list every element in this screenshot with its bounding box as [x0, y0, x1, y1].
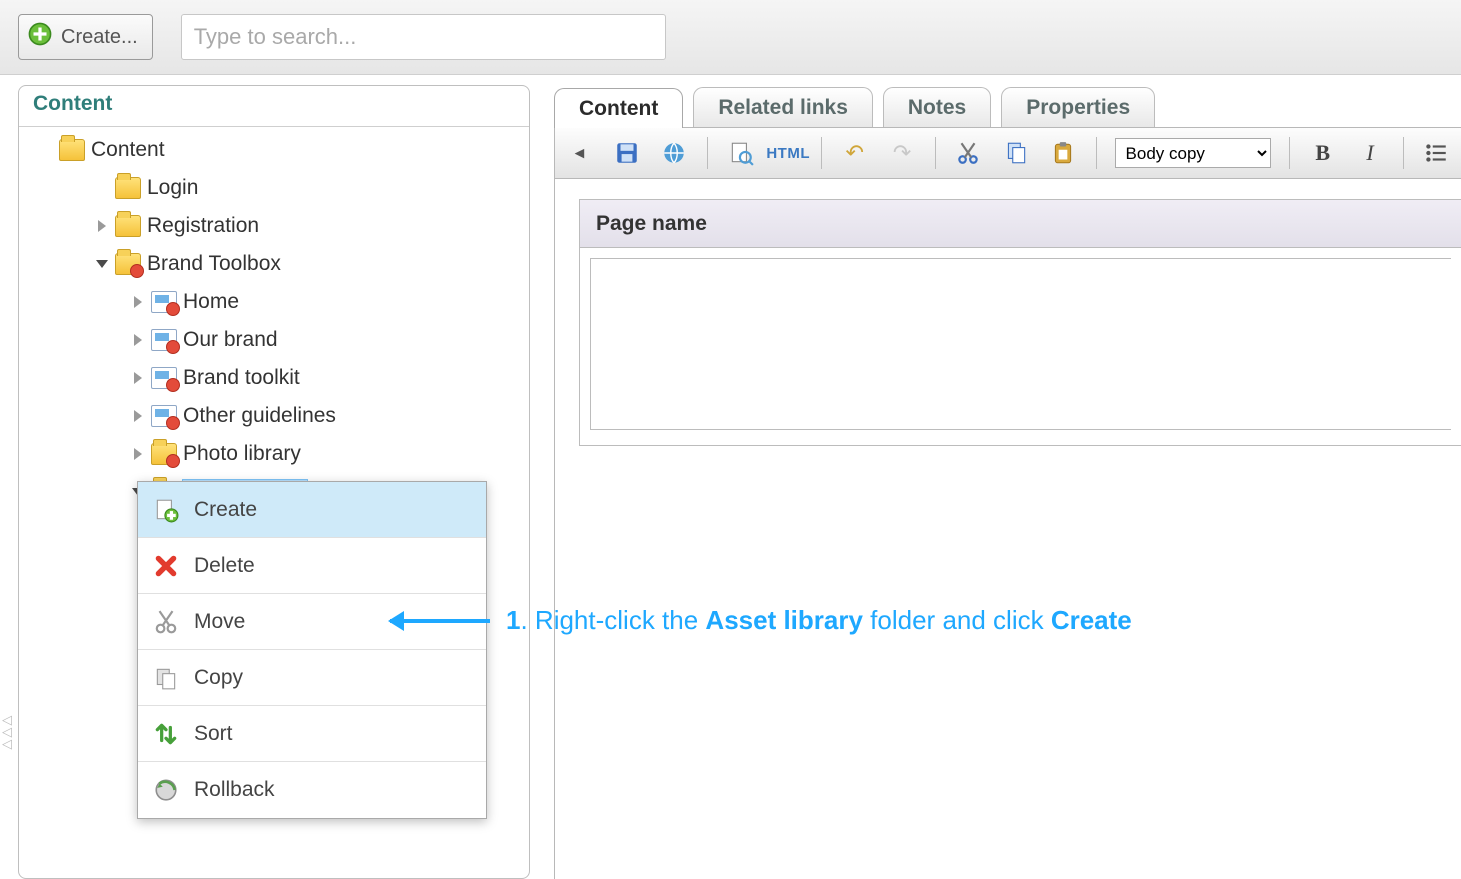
tab-content[interactable]: Content: [554, 88, 683, 128]
document-icon: [151, 367, 177, 389]
toolbar-separator: [1096, 137, 1097, 169]
content-area: Page name: [554, 179, 1461, 879]
plus-icon: [27, 21, 53, 53]
context-menu-label: Sort: [194, 722, 233, 746]
paste-icon[interactable]: [1048, 138, 1077, 168]
context-menu-label: Copy: [194, 666, 243, 690]
page-name-field: Page name: [579, 199, 1461, 446]
field-label: Page name: [580, 200, 1461, 248]
document-icon: [151, 291, 177, 313]
bullet-list-icon[interactable]: [1422, 138, 1451, 168]
context-menu-rollback[interactable]: Rollback: [138, 762, 486, 818]
panel-collapser[interactable]: ◁◁◁: [2, 715, 12, 749]
tree-node-label: Home: [183, 290, 239, 314]
tab-properties[interactable]: Properties: [1001, 87, 1155, 127]
tree-node-label: Brand Toolbox: [147, 252, 281, 276]
tree-node-label: Photo library: [183, 442, 301, 466]
document-icon: [151, 329, 177, 351]
tree-node[interactable]: Photo library: [25, 435, 529, 473]
tab-related-links[interactable]: Related links: [693, 87, 873, 127]
italic-button[interactable]: I: [1355, 138, 1384, 168]
context-menu-label: Delete: [194, 554, 255, 578]
copy-icon: [138, 665, 194, 691]
tree-node-label: Our brand: [183, 328, 278, 352]
context-menu: Create Delete Move Copy Sort Rollback: [137, 481, 487, 819]
expand-icon[interactable]: [131, 409, 145, 423]
undo-icon[interactable]: ↶: [840, 138, 869, 168]
sort-icon: [138, 721, 194, 747]
context-menu-create[interactable]: Create: [138, 482, 486, 538]
document-icon: [151, 405, 177, 427]
html-source-button[interactable]: HTML: [773, 138, 803, 168]
tree-node[interactable]: Home: [25, 283, 529, 321]
tree-node[interactable]: Login: [25, 169, 529, 207]
context-menu-label: Rollback: [194, 778, 275, 802]
content-tree: Content Login Registration Brand Toolbox Ho…: [19, 127, 529, 511]
content-tree-panel: Content Content Login Registration Brand T…: [18, 85, 530, 879]
tree-node-label: Content: [91, 138, 165, 162]
expand-icon[interactable]: [95, 219, 109, 233]
editor-tabs: ContentRelated linksNotesProperties: [554, 85, 1461, 127]
context-menu-copy[interactable]: Copy: [138, 650, 486, 706]
create-button[interactable]: Create...: [18, 14, 153, 60]
save-icon[interactable]: [612, 138, 641, 168]
tree-root[interactable]: Content: [25, 131, 529, 169]
editor-toolbar: ◂ HTML ↶ ↷: [554, 127, 1461, 179]
toolbar-separator: [1289, 137, 1290, 169]
toolbar-separator: [707, 137, 708, 169]
link-globe-icon[interactable]: [660, 138, 689, 168]
tree-node[interactable]: Brand toolkit: [25, 359, 529, 397]
create-icon: [138, 497, 194, 523]
create-button-label: Create...: [61, 26, 138, 49]
tree-node[interactable]: Brand Toolbox: [25, 245, 529, 283]
expand-icon[interactable]: [131, 333, 145, 347]
tree-node-label: Other guidelines: [183, 404, 336, 428]
toolbar-separator: [935, 137, 936, 169]
context-menu-label: Create: [194, 498, 257, 522]
expand-icon[interactable]: [95, 257, 109, 271]
folder-badge-icon: [151, 443, 177, 465]
top-toolbar: Create...: [0, 0, 1461, 75]
cut-icon[interactable]: [954, 138, 983, 168]
tab-notes[interactable]: Notes: [883, 87, 991, 127]
expand-icon[interactable]: [131, 371, 145, 385]
folder-icon: [59, 139, 85, 161]
redo-icon[interactable]: ↷: [887, 138, 916, 168]
tree-node-label: Brand toolkit: [183, 366, 300, 390]
folder-badge-icon: [115, 253, 141, 275]
tree-node-label: Login: [147, 176, 198, 200]
tree-node[interactable]: Registration: [25, 207, 529, 245]
delete-icon: [138, 553, 194, 579]
tree-node-label: Registration: [147, 214, 259, 238]
tree-node[interactable]: Our brand: [25, 321, 529, 359]
copy-icon[interactable]: [1001, 138, 1030, 168]
style-dropdown[interactable]: Body copy: [1115, 138, 1272, 168]
search-input[interactable]: [181, 14, 666, 60]
tree-node[interactable]: Other guidelines: [25, 397, 529, 435]
context-menu-sort[interactable]: Sort: [138, 706, 486, 762]
expand-icon[interactable]: [131, 447, 145, 461]
move-icon: [138, 609, 194, 635]
folder-icon: [115, 215, 141, 237]
expand-icon[interactable]: [131, 295, 145, 309]
nav-back-icon[interactable]: ◂: [565, 138, 594, 168]
page-name-input[interactable]: [590, 258, 1451, 430]
preview-icon[interactable]: [726, 138, 755, 168]
toolbar-separator: [1403, 137, 1404, 169]
context-menu-delete[interactable]: Delete: [138, 538, 486, 594]
bold-button[interactable]: B: [1308, 138, 1337, 168]
panel-title: Content: [19, 86, 529, 127]
context-menu-label: Move: [194, 610, 245, 634]
folder-icon: [115, 177, 141, 199]
context-menu-move[interactable]: Move: [138, 594, 486, 650]
toolbar-separator: [821, 137, 822, 169]
rollback-icon: [138, 777, 194, 803]
